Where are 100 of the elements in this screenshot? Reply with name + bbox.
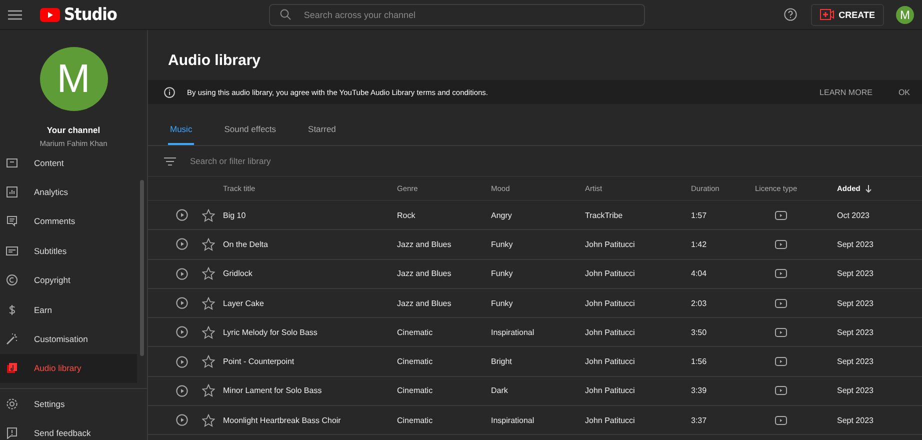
sidebar-item[interactable]: Subtitles <box>0 236 137 266</box>
added-date-cell-text: Sept 2023 <box>837 357 874 366</box>
play-icon[interactable] <box>176 297 188 310</box>
genre-cell-text: Cinematic <box>397 357 434 366</box>
create-button[interactable]: CREATE <box>810 4 884 26</box>
sidebar-item[interactable]: Earn <box>0 294 137 324</box>
scrollbar-thumb[interactable] <box>140 180 144 356</box>
added-date-cell-text: Sept 2023 <box>837 328 874 337</box>
sort-arrow-icon <box>865 184 872 192</box>
banner-link[interactable]: OK <box>898 88 910 96</box>
added-date-cell-text: Sept 2023 <box>837 298 874 308</box>
artist-cell-text: John Patitucci <box>585 269 636 278</box>
mood-cell-text: Inspirational <box>491 328 536 337</box>
sidebar-item[interactable]: Customisation <box>0 324 137 354</box>
filter-field[interactable]: Search or filter library <box>188 155 922 167</box>
added-date-cell-text: Sept 2023 <box>837 416 874 425</box>
genre-cell-text: Jazz and Blues <box>397 298 452 308</box>
track-title-cell-text: Layer Cake <box>223 298 265 308</box>
artist-cell-text: John Patitucci <box>585 386 636 396</box>
track-title-cell-text: Point - Counterpoint <box>223 357 296 366</box>
star-icon[interactable] <box>202 326 215 339</box>
info-icon <box>164 86 175 98</box>
track-title-cell-text: On the Delta <box>223 240 269 249</box>
added-date-cell-text: Sept 2023 <box>837 269 874 278</box>
sidebar-item[interactable]: Comments <box>0 206 137 236</box>
feedback-icon <box>6 426 18 439</box>
artist-cell-text: John Patitucci <box>585 416 636 425</box>
sidebar-item[interactable]: Copyright <box>0 266 137 295</box>
artist-cell-text: John Patitucci <box>585 240 636 249</box>
help-icon[interactable] <box>784 8 797 21</box>
tab[interactable]: Music <box>168 124 194 145</box>
added-date-cell-text: Sept 2023 <box>837 240 874 249</box>
track-title-cell-text: Minor Lament for Solo Bass <box>223 386 323 396</box>
search-field[interactable]: Search across your channel <box>268 4 645 26</box>
track-title-cell-text: Lyric Melody for Solo Bass <box>223 328 318 337</box>
artist-cell-text: John Patitucci <box>585 328 636 337</box>
play-icon[interactable] <box>176 238 188 250</box>
play-icon[interactable] <box>176 384 188 397</box>
play-icon[interactable] <box>176 209 188 222</box>
star-icon[interactable] <box>202 238 215 251</box>
duration-cell-text: 3:39 <box>691 386 708 396</box>
mood-cell-text: Funky <box>491 298 514 308</box>
channel-title: Your channel <box>46 125 100 135</box>
video-licence-icon <box>775 357 787 366</box>
magic-wand-icon <box>6 333 18 346</box>
star-icon[interactable] <box>202 208 215 222</box>
star-icon[interactable] <box>202 296 215 310</box>
play-icon[interactable] <box>176 326 188 338</box>
sidebar-item[interactable]: Analytics <box>0 177 137 207</box>
filter-icon <box>164 156 176 166</box>
tab[interactable]: Starred <box>306 124 338 145</box>
play-icon[interactable] <box>176 414 188 426</box>
sidebar-item[interactable]: Settings <box>0 389 147 418</box>
duration-cell-text: 4:04 <box>691 269 708 278</box>
duration-cell-text: 1:56 <box>691 357 708 366</box>
video-plus-icon <box>820 9 834 20</box>
play-logo-icon[interactable] <box>40 8 60 22</box>
star-icon[interactable] <box>202 414 215 427</box>
duration-cell-text: 1:42 <box>691 240 708 249</box>
video-licence-icon <box>775 328 787 337</box>
copyright-icon <box>6 274 18 286</box>
duration-cell-text: 3:50 <box>691 328 708 337</box>
genre-cell-text: Cinematic <box>397 328 434 337</box>
play-icon[interactable] <box>176 268 188 280</box>
added-date-cell-text: Oct 2023 <box>837 210 870 220</box>
page-title: Audio library <box>167 50 262 70</box>
genre-cell-text: Cinematic <box>397 416 434 425</box>
banner-link[interactable]: LEARN MORE <box>820 88 872 96</box>
video-licence-icon <box>775 240 787 249</box>
play-icon[interactable] <box>176 356 188 368</box>
artist-cell-text: John Patitucci <box>585 298 636 308</box>
track-title-cell-text: Moonlight Heartbreak Bass Choir <box>223 416 342 425</box>
duration-cell-text: 3:37 <box>691 416 708 425</box>
star-icon[interactable] <box>202 267 215 280</box>
genre-cell-text: Jazz and Blues <box>397 240 452 249</box>
mood-cell-text: Dark <box>491 386 509 396</box>
duration-cell-text: 1:57 <box>691 210 708 220</box>
added-date-cell-text: Sept 2023 <box>837 386 874 396</box>
genre-cell-text: Jazz and Blues <box>397 269 452 278</box>
genre-cell-text: Cinematic <box>397 386 434 396</box>
sidebar-item[interactable]: Content <box>0 148 137 178</box>
star-icon[interactable] <box>202 355 215 368</box>
menu-icon[interactable] <box>8 10 22 20</box>
tab[interactable]: Sound effects <box>222 124 278 145</box>
mood-cell-text: Bright <box>491 357 513 366</box>
mood-cell-text: Funky <box>491 240 514 249</box>
sidebar-item[interactable]: Audio library <box>0 354 137 384</box>
video-licence-icon <box>775 269 787 278</box>
bar-chart-icon <box>6 186 18 198</box>
mood-cell-text: Angry <box>491 210 513 220</box>
sidebar-item[interactable]: Send feedback <box>0 418 147 440</box>
subtitles-icon <box>6 244 18 257</box>
comment-icon <box>6 215 18 228</box>
video-licence-icon <box>775 298 787 308</box>
settings-icon <box>6 398 18 410</box>
genre-cell-text: Rock <box>397 210 416 220</box>
track-title-cell-text: Gridlock <box>223 269 254 278</box>
duration-cell-text: 2:03 <box>691 298 708 308</box>
artist-cell-text: TrackTribe <box>585 210 624 220</box>
star-icon[interactable] <box>202 384 215 398</box>
